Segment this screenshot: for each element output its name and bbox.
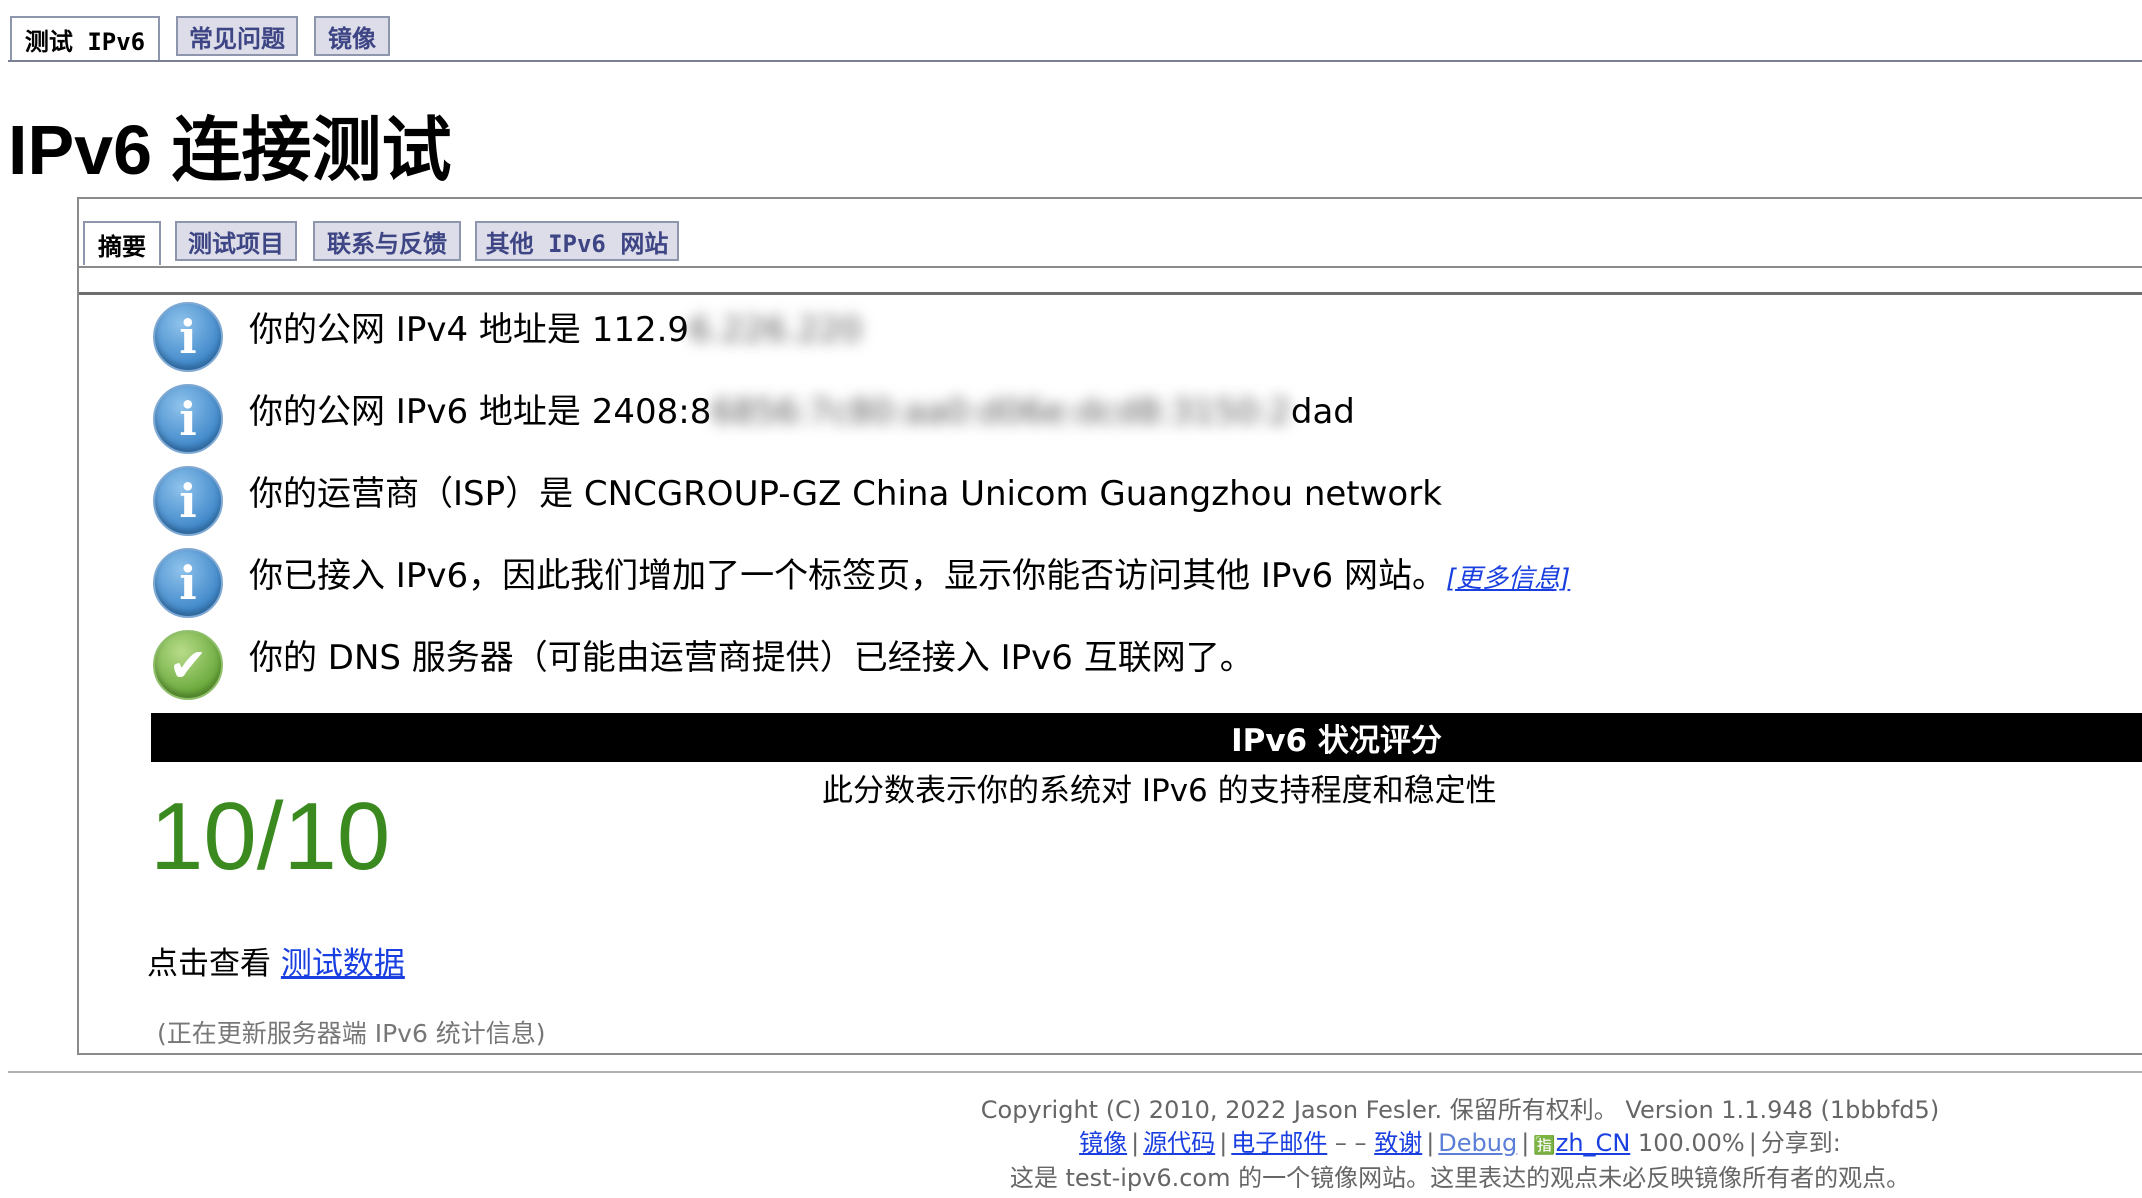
info-icon: i <box>153 384 223 454</box>
mirror-disclaimer: 这是 test-ipv6.com 的一个镜像网站。这里表达的观点未必反映镜像所有… <box>1009 1164 1911 1192</box>
ipv4-address-row: i 你的公网 IPv4 地址是 112.96.226.220 <box>153 302 2142 372</box>
footer: Copyright (C) 2010, 2022 Jason Fesler. 保… <box>960 1094 1960 1195</box>
ipv6-redacted: 6856:7c80:aa0:d06e:dcd8:3150:2 <box>711 392 1291 432</box>
footer-email-link[interactable]: 电子邮件 <box>1231 1129 1327 1157</box>
ipv4-redacted: 6.226.220 <box>689 310 863 350</box>
dns-text: 你的 DNS 服务器（可能由运营商提供）已经接入 IPv6 互联网了。 <box>249 638 1254 678</box>
footer-divider <box>8 1071 2142 1073</box>
tab-mirrors[interactable]: 镜像 <box>314 16 390 56</box>
info-icon: i <box>153 548 223 618</box>
language-icon: 🈯 <box>1533 1135 1556 1156</box>
footer-share-label: 分享到: <box>1760 1129 1841 1157</box>
footer-source-link[interactable]: 源代码 <box>1143 1129 1215 1157</box>
stats-note: (正在更新服务器端 IPv6 统计信息) <box>157 1019 546 1048</box>
score-value: 10/10 <box>150 783 391 890</box>
tab-contact[interactable]: 联系与反馈 <box>313 221 461 261</box>
dns-row: ✔ 你的 DNS 服务器（可能由运营商提供）已经接入 IPv6 互联网了。 <box>153 630 2142 700</box>
more-info-link[interactable]: [更多信息] <box>1446 564 1570 594</box>
footer-mirror-link[interactable]: 镜像 <box>1079 1129 1127 1157</box>
tab-tests-run[interactable]: 测试项目 <box>175 221 297 261</box>
footer-percent: 100.00% <box>1637 1129 1745 1157</box>
score-description: 此分数表示你的系统对 IPv6 的支持程度和稳定性 <box>822 773 1497 809</box>
score-header: IPv6 状况评分 <box>151 713 2142 762</box>
tab-test-ipv6[interactable]: 测试 IPv6 <box>10 16 160 60</box>
tab-other-ipv6-sites[interactable]: 其他 IPv6 网站 <box>475 221 679 261</box>
ipv6-label: 你的公网 IPv6 地址是 2408:8 <box>249 392 712 432</box>
top-tabs: 测试 IPv6 常见问题 镜像 <box>10 16 1010 62</box>
inner-tabs: 摘要 测试项目 联系与反馈 其他 IPv6 网站 <box>83 221 1083 267</box>
footer-locale-link[interactable]: zh_CN <box>1556 1129 1631 1157</box>
isp-text: 你的运营商（ISP）是 CNCGROUP-GZ China Unicom Gua… <box>249 474 1442 514</box>
tab-faq[interactable]: 常见问题 <box>176 16 298 56</box>
check-icon: ✔ <box>153 630 223 700</box>
ipv6-suffix: dad <box>1290 392 1355 432</box>
footer-debug-link[interactable]: Debug <box>1438 1129 1517 1157</box>
footer-thanks-link[interactable]: 致谢 <box>1374 1129 1422 1157</box>
ipv6-address-row: i 你的公网 IPv6 地址是 2408:86856:7c80:aa0:d06e… <box>153 384 2142 454</box>
info-icon: i <box>153 466 223 536</box>
footer-links-line: 镜像 | 源代码 | 电子邮件 – – 致谢 | Debug | 🈯zh_CN 100.00% |… <box>1079 1129 1841 1157</box>
top-tabs-divider <box>8 60 2142 62</box>
page-title: IPv6 连接测试 <box>8 111 452 189</box>
view-data-label: 点击查看 <box>147 946 281 982</box>
isp-row: i 你的运营商（ISP）是 CNCGROUP-GZ China Unicom G… <box>153 466 2142 536</box>
test-data-link[interactable]: 测试数据 <box>281 946 405 982</box>
ipv6-tab-added-text: 你已接入 IPv6，因此我们增加了一个标签页，显示你能否访问其他 IPv6 网站… <box>249 556 1446 596</box>
tab-summary[interactable]: 摘要 <box>83 221 161 265</box>
ipv4-label: 你的公网 IPv4 地址是 112.9 <box>249 310 690 350</box>
copyright-line: Copyright (C) 2010, 2022 Jason Fesler. 保… <box>980 1096 1940 1124</box>
info-icon: i <box>153 302 223 372</box>
footer-dashes: – – <box>1334 1129 1367 1157</box>
view-data-line: 点击查看 测试数据 <box>147 942 405 986</box>
inner-tabs-divider-bottom <box>79 292 2142 295</box>
inner-tabs-divider <box>79 266 2142 268</box>
ipv6-tab-added-row: i 你已接入 IPv6，因此我们增加了一个标签页，显示你能否访问其他 IPv6 … <box>153 548 2142 618</box>
